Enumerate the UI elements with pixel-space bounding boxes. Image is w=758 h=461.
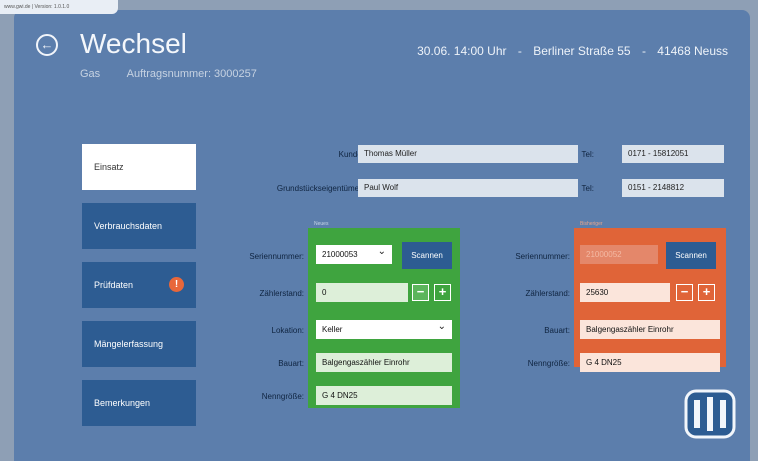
- new-meter-panel: 21000053 Scannen 0 − + Keller Balgengasz…: [308, 228, 460, 408]
- side-nav: Einsatz Verbrauchsdaten Prüfdaten ! Mäng…: [82, 144, 196, 439]
- decrement-button[interactable]: −: [676, 284, 693, 301]
- old-size-field[interactable]: G 4 DN25: [580, 353, 720, 372]
- company-logo: [680, 382, 740, 446]
- old-meter-caption: Bisheriger: [580, 221, 603, 227]
- old-reading-label: Zählerstand:: [525, 289, 570, 298]
- nav-item-bemerkungen[interactable]: Bemerkungen: [82, 380, 196, 426]
- old-scan-button[interactable]: Scannen: [666, 242, 716, 269]
- back-arrow-icon[interactable]: ←: [36, 34, 58, 56]
- increment-button[interactable]: +: [434, 284, 451, 301]
- old-reading-field[interactable]: 25630: [580, 283, 670, 302]
- meter-type: Gas: [80, 68, 101, 80]
- location-dropdown[interactable]: Keller: [316, 320, 452, 339]
- nav-item-label: Verbrauchsdaten: [94, 221, 163, 231]
- location-label: Lokation:: [271, 326, 304, 335]
- customer-phone-label: Tel:: [581, 150, 594, 159]
- appointment-info: 30.06. 14:00 Uhr - Berliner Straße 55 - …: [417, 44, 728, 58]
- appointment-city: 41468 Neuss: [657, 44, 728, 58]
- nav-item-maengelerfassung[interactable]: Mängelerfassung: [82, 321, 196, 367]
- nav-item-label: Prüfdaten: [94, 280, 134, 290]
- customer-phone-field[interactable]: 0171 - 15812051: [622, 145, 724, 163]
- new-size-label: Nenngröße:: [261, 392, 304, 401]
- appointment-datetime: 30.06. 14:00 Uhr: [417, 44, 507, 58]
- new-meter-caption: Neues: [314, 221, 329, 227]
- new-serial-dropdown[interactable]: 21000053: [316, 245, 392, 264]
- app-window: ← Wechsel Gas Auftragsnummer: 3000257 30…: [14, 10, 750, 461]
- owner-field[interactable]: Paul Wolf: [358, 179, 578, 197]
- old-serial-field[interactable]: 21000052: [580, 245, 658, 264]
- owner-phone-label: Tel:: [581, 184, 594, 193]
- nav-item-einsatz[interactable]: Einsatz: [82, 144, 196, 190]
- increment-button[interactable]: +: [698, 284, 715, 301]
- nav-item-verbrauchsdaten[interactable]: Verbrauchsdaten: [82, 203, 196, 249]
- new-type-label: Bauart:: [278, 359, 304, 368]
- order-number: Auftragsnummer: 3000257: [126, 68, 257, 80]
- warning-badge-icon: !: [169, 277, 184, 292]
- browser-address-bar: www.gwi.de | Version: 1.0.1.0: [0, 0, 118, 14]
- new-type-field[interactable]: Balgengaszähler Einrohr: [316, 353, 452, 372]
- nav-item-label: Mängelerfassung: [94, 339, 164, 349]
- old-type-field[interactable]: Balgengaszähler Einrohr: [580, 320, 720, 339]
- old-type-label: Bauart:: [544, 326, 570, 335]
- old-size-label: Nenngröße:: [527, 359, 570, 368]
- nav-item-label: Einsatz: [94, 162, 124, 172]
- new-reading-field[interactable]: 0: [316, 283, 408, 302]
- owner-label: Grundstückseigentümer:: [276, 184, 364, 193]
- owner-phone-field[interactable]: 0151 - 2148812: [622, 179, 724, 197]
- old-serial-label: Seriennummer:: [515, 252, 570, 261]
- page-title: Wechsel: [80, 28, 187, 59]
- nav-item-pruefdaten[interactable]: Prüfdaten !: [82, 262, 196, 308]
- new-serial-label: Seriennummer:: [249, 252, 304, 261]
- decrement-button[interactable]: −: [412, 284, 429, 301]
- logo-mark-icon: [684, 389, 736, 439]
- old-meter-panel: 21000052 Scannen 25630 − + Balgengaszähl…: [574, 228, 726, 372]
- new-scan-button[interactable]: Scannen: [402, 242, 452, 269]
- new-reading-label: Zählerstand:: [259, 289, 304, 298]
- appointment-address: Berliner Straße 55: [533, 44, 631, 58]
- separator: -: [517, 44, 522, 58]
- separator: -: [641, 44, 646, 58]
- new-size-field[interactable]: G 4 DN25: [316, 386, 452, 405]
- nav-item-label: Bemerkungen: [94, 398, 151, 408]
- page-subtitle: Gas Auftragsnummer: 3000257: [80, 68, 281, 80]
- customer-field[interactable]: Thomas Müller: [358, 145, 578, 163]
